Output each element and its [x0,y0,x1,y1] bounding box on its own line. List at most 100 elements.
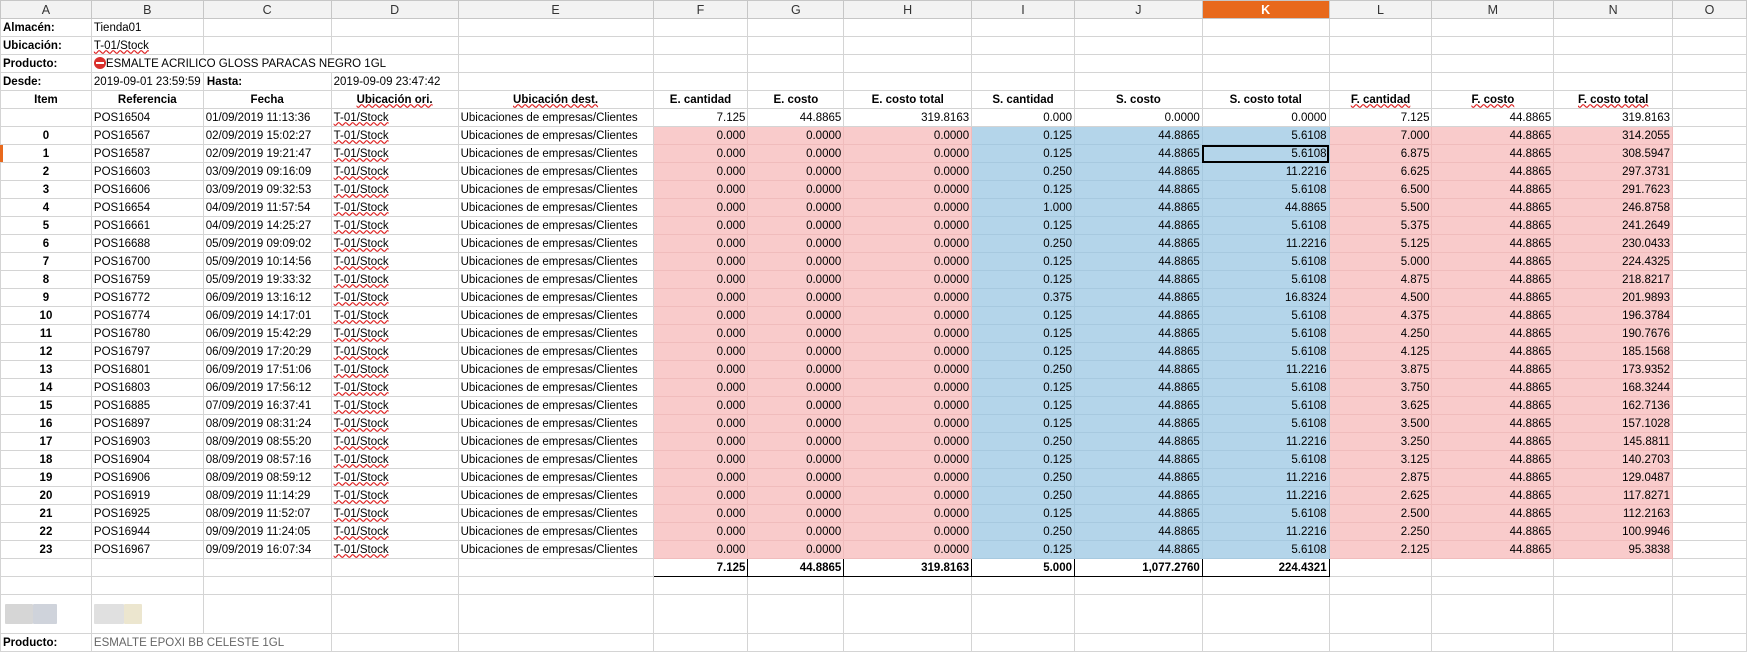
table-cell[interactable]: Ubicaciones de empresas/Clientes [457,108,654,127]
table-cell[interactable]: 4.125 [1328,342,1433,361]
table-cell[interactable]: 0.0000 [747,378,845,397]
table-cell[interactable]: T-01/Stock [330,198,459,217]
table-cell[interactable]: POS16654 [90,198,204,217]
table-cell[interactable]: 0.125 [971,324,1075,343]
table-cell[interactable]: Ubicaciones de empresas/Clientes [457,378,654,397]
table-cell[interactable]: 12 [0,342,92,361]
table-cell[interactable]: Ubicaciones de empresas/Clientes [457,288,654,307]
table-cell[interactable]: 07/09/2019 16:37:41 [202,396,332,415]
table-cell[interactable]: 44.8865 [1431,414,1555,433]
table-cell[interactable]: T-01/Stock [330,396,459,415]
table-cell[interactable]: 06/09/2019 15:42:29 [202,324,332,343]
column-header-c[interactable]: C [202,0,332,19]
column-header-l[interactable]: L [1328,0,1433,19]
table-cell[interactable]: 218.8217 [1553,270,1674,289]
table-header-cell[interactable]: Fecha [202,90,332,109]
table-cell[interactable]: T-01/Stock [330,180,459,199]
table-cell[interactable]: Ubicaciones de empresas/Clientes [457,252,654,271]
table-cell[interactable]: 17 [0,432,92,451]
table-cell[interactable]: 5.6108 [1201,144,1330,163]
table-cell[interactable]: 0.375 [971,288,1075,307]
ubicacion-label[interactable]: Ubicación: [0,36,92,55]
table-cell[interactable]: T-01/Stock [330,486,459,505]
table-cell[interactable]: POS16504 [90,108,204,127]
table-cell[interactable]: 4 [0,198,92,217]
table-cell[interactable]: 112.2163 [1553,504,1674,523]
column-header-j[interactable]: J [1073,0,1203,19]
table-cell[interactable]: POS16774 [90,306,204,325]
table-cell[interactable]: 162.7136 [1553,396,1674,415]
table-cell[interactable]: 4.375 [1328,306,1433,325]
table-cell[interactable]: 44.8865 [1073,234,1203,253]
table-cell[interactable]: 11 [0,324,92,343]
table-cell[interactable]: 0.0000 [843,288,973,307]
table-cell[interactable]: 190.7676 [1553,324,1674,343]
table-cell[interactable]: 140.2703 [1553,450,1674,469]
table-cell[interactable]: 9 [0,288,92,307]
table-cell[interactable]: 44.8865 [747,108,845,127]
table-cell[interactable]: T-01/Stock [330,216,459,235]
table-cell[interactable]: 0.250 [971,360,1075,379]
table-cell[interactable]: 44.8865 [1073,144,1203,163]
table-cell[interactable]: 196.3784 [1553,306,1674,325]
column-header-k[interactable]: K [1201,0,1330,19]
column-header-h[interactable]: H [843,0,973,19]
table-cell[interactable]: 44.8865 [1073,360,1203,379]
table-cell[interactable]: 06/09/2019 17:56:12 [202,378,332,397]
table-cell[interactable]: 44.8865 [1073,378,1203,397]
table-cell[interactable]: 173.9352 [1553,360,1674,379]
producto-label[interactable]: Producto: [0,54,92,73]
table-cell[interactable]: 44.8865 [1431,108,1555,127]
table-cell[interactable]: 0.000 [652,504,749,523]
table-cell[interactable]: 44.8865 [1073,396,1203,415]
table-cell[interactable]: 3.875 [1328,360,1433,379]
table-cell[interactable]: 44.8865 [1431,450,1555,469]
table-cell[interactable]: Ubicaciones de empresas/Clientes [457,504,654,523]
table-cell[interactable]: T-01/Stock [330,288,459,307]
table-cell[interactable]: 06/09/2019 17:51:06 [202,360,332,379]
table-cell[interactable]: 03/09/2019 09:16:09 [202,162,332,181]
table-cell[interactable]: 44.8865 [1073,162,1203,181]
table-header-cell[interactable]: F. cantidad [1328,90,1433,109]
table-cell[interactable]: 0.125 [971,216,1075,235]
table-cell[interactable]: 44.8865 [1431,162,1555,181]
column-header-d[interactable]: D [330,0,459,19]
table-cell[interactable]: 6.875 [1328,144,1433,163]
table-cell[interactable]: 3.625 [1328,396,1433,415]
table-cell[interactable]: 44.8865 [1431,360,1555,379]
table-cell[interactable]: 0.000 [652,414,749,433]
table-cell[interactable]: 319.8163 [1553,108,1674,127]
table-cell[interactable]: 44.8865 [1431,342,1555,361]
column-header-i[interactable]: I [971,0,1075,19]
table-cell[interactable]: 18 [0,450,92,469]
table-cell[interactable]: POS16688 [90,234,204,253]
table-cell[interactable]: 09/09/2019 16:07:34 [202,540,332,559]
table-cell[interactable]: 0.125 [971,270,1075,289]
table-cell[interactable]: 0.125 [971,252,1075,271]
table-cell[interactable]: 44.8865 [1073,180,1203,199]
table-cell[interactable]: 291.7623 [1553,180,1674,199]
table-cell[interactable]: 5 [0,216,92,235]
table-cell[interactable]: 7.125 [652,108,749,127]
table-cell[interactable]: 0.0000 [747,198,845,217]
table-cell[interactable]: 15 [0,396,92,415]
table-cell[interactable]: 02/09/2019 19:21:47 [202,144,332,163]
table-cell[interactable]: 5.6108 [1201,216,1330,235]
table-cell[interactable]: 13 [0,360,92,379]
table-cell[interactable]: 23 [0,540,92,559]
table-cell[interactable]: Ubicaciones de empresas/Clientes [457,162,654,181]
total-cell[interactable]: 5.000 [971,558,1075,577]
table-cell[interactable]: 241.2649 [1553,216,1674,235]
table-cell[interactable]: 5.375 [1328,216,1433,235]
table-cell[interactable]: 44.8865 [1431,396,1555,415]
table-cell[interactable]: 0.125 [971,504,1075,523]
table-cell[interactable]: 11.2216 [1201,162,1330,181]
table-cell[interactable]: POS16603 [90,162,204,181]
table-cell[interactable]: 0.000 [652,396,749,415]
table-cell[interactable]: 0.0000 [843,126,973,145]
table-cell[interactable]: POS16587 [90,144,204,163]
table-cell[interactable]: 0.125 [971,378,1075,397]
table-cell[interactable]: 11.2216 [1201,486,1330,505]
table-cell[interactable]: 44.8865 [1431,522,1555,541]
table-cell[interactable]: Ubicaciones de empresas/Clientes [457,306,654,325]
